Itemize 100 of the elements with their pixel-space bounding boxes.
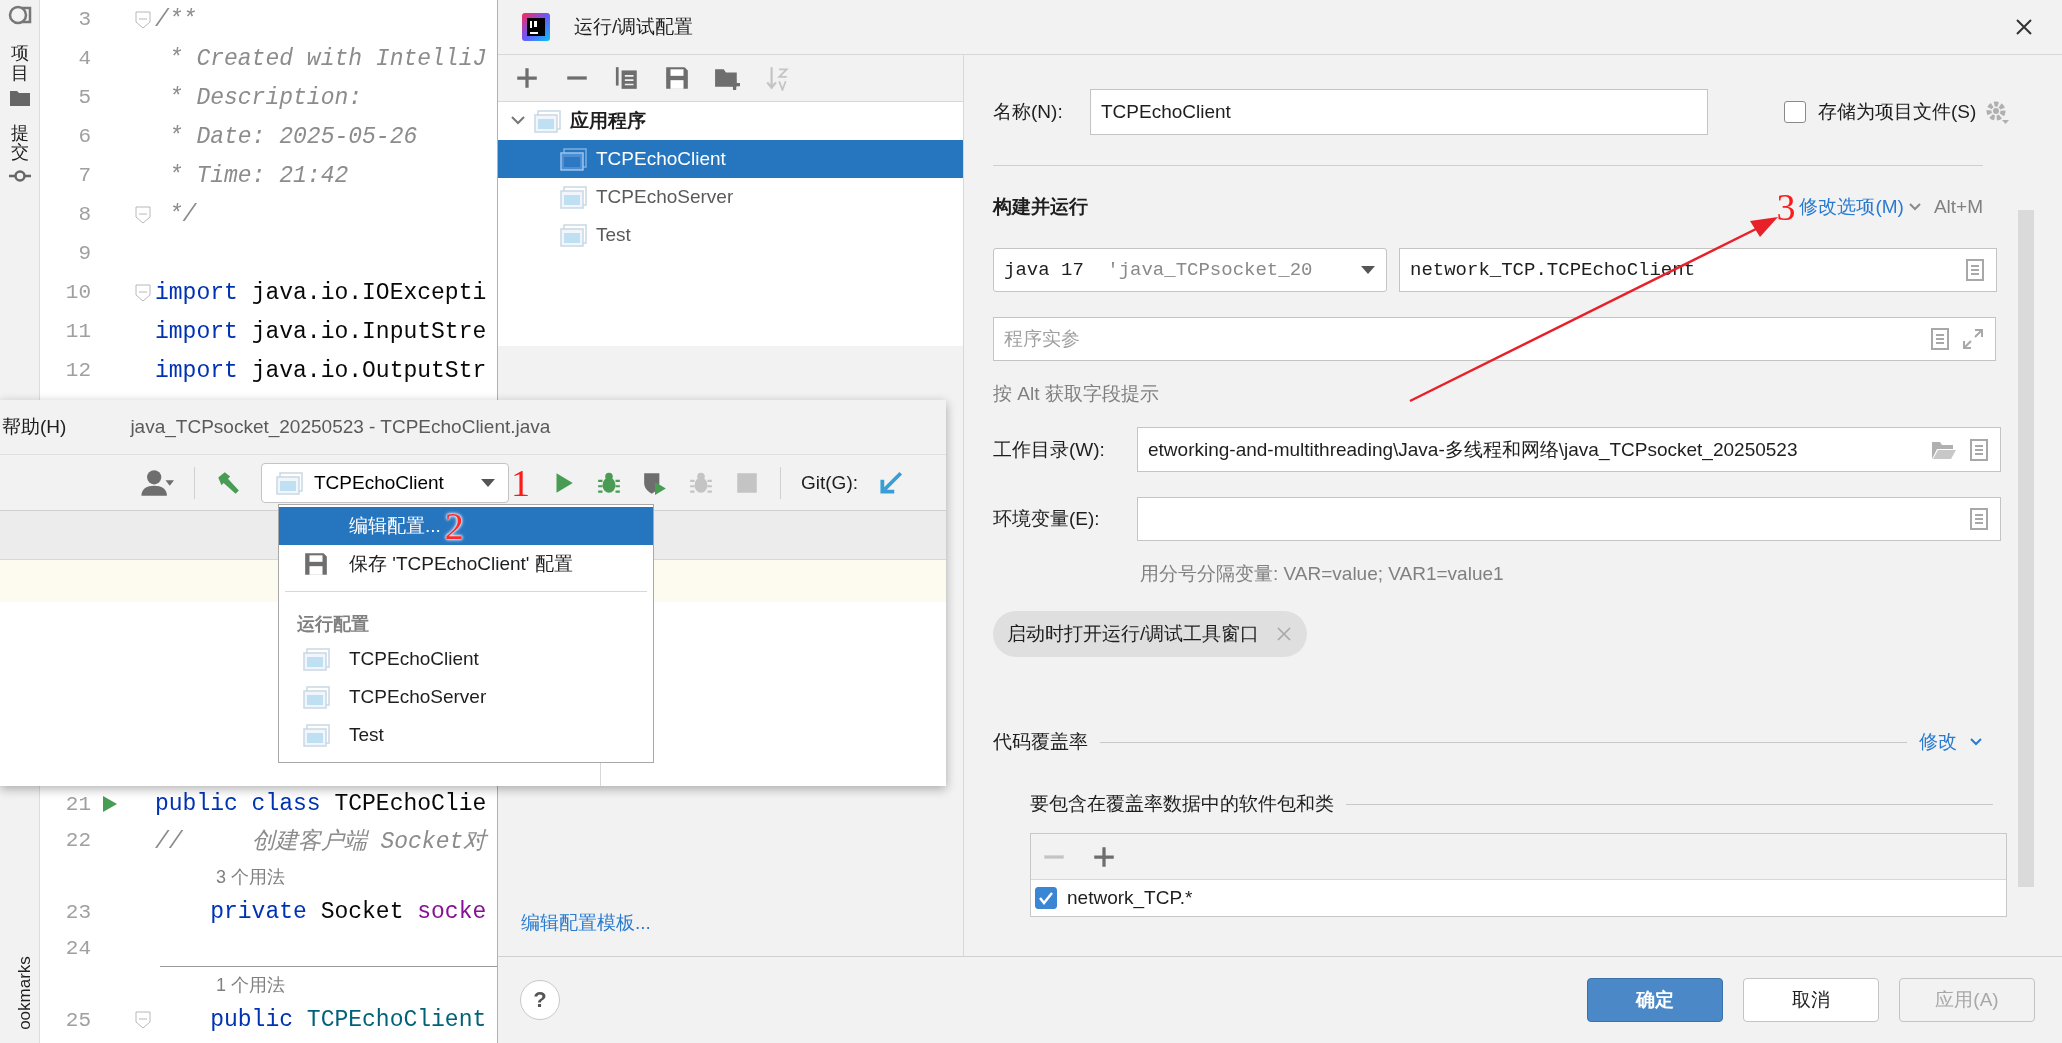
document-icon[interactable] [1969, 437, 1989, 462]
scrollbar[interactable] [2018, 210, 2034, 887]
document-icon[interactable] [1930, 327, 1950, 351]
app-logo-icon [522, 13, 550, 41]
run-gutter-icon[interactable] [101, 794, 119, 814]
name-field[interactable]: TCPEchoClient [1090, 89, 1708, 135]
window-icon [534, 109, 562, 133]
modify-link[interactable]: 修改 [1919, 729, 1957, 755]
plus-icon[interactable] [514, 65, 540, 91]
line-number: 9 [77, 242, 91, 265]
line-number: 10 [64, 281, 91, 304]
annotation-number: 3 [1776, 188, 1796, 226]
tree-item[interactable]: TCPEchoServer [498, 178, 963, 216]
line-number: 3 [77, 8, 91, 31]
dialog-button[interactable]: 取消 [1743, 978, 1879, 1022]
dialog-button[interactable]: 确定 [1587, 978, 1723, 1022]
window-icon [560, 223, 588, 247]
line-number: 7 [77, 164, 91, 187]
code-line: // 创建客户端 Socket对 [155, 827, 487, 856]
document-icon[interactable] [1969, 507, 1989, 531]
package-pattern: network_TCP.* [1067, 887, 1193, 909]
usage-hint[interactable]: 3 个用法 [160, 864, 285, 889]
line-number: 25 [64, 1008, 91, 1032]
help-button[interactable]: ? [520, 980, 560, 1020]
document-icon[interactable] [1965, 258, 1985, 282]
fold-icon[interactable] [135, 1011, 151, 1029]
menu-item[interactable]: TCPEchoServer [279, 678, 653, 716]
usage-hint[interactable]: 1 个用法 [160, 972, 285, 997]
code-line: */ [167, 201, 197, 228]
line-number: 11 [64, 320, 91, 343]
code-line: * Date: 2025-05-26 [167, 123, 418, 150]
line-number: 5 [77, 86, 91, 109]
option-chip[interactable]: 启动时打开运行/调试工具窗口 [993, 611, 1308, 657]
code-line: private Socket socke [209, 899, 487, 925]
hint-text: 按 Alt 获取字段提示 [993, 382, 1159, 406]
window-icon [303, 685, 331, 709]
menu-item[interactable]: TCPEchoClient [279, 640, 653, 678]
line-number: 4 [77, 47, 91, 70]
checkbox[interactable] [1035, 887, 1057, 909]
chevron-down-icon[interactable] [510, 115, 526, 127]
expand-icon[interactable] [1962, 328, 1984, 350]
floppy-icon[interactable] [664, 65, 690, 91]
program-arguments-field[interactable]: 程序实参 [993, 317, 1996, 361]
folder-icon[interactable] [1931, 439, 1957, 460]
tool-window-tab[interactable]: 提交 [10, 123, 29, 164]
window-icon [560, 185, 588, 209]
line-number: 21 [64, 792, 91, 816]
gear-icon[interactable] [1984, 99, 2011, 125]
line-number: 24 [64, 936, 91, 960]
tool-window-tab[interactable]: ookmarks [14, 956, 35, 1030]
edit-templates-link[interactable]: 编辑配置模板... [521, 910, 651, 936]
code-line: import java.io.IOExcepti [155, 279, 487, 306]
copy-icon[interactable] [614, 65, 640, 91]
window-title: java_TCPsocket_20250523 - TCPEchoClient.java [130, 416, 551, 438]
hint-text: 用分号分隔变量: VAR=value; VAR1=value1 [1140, 562, 1504, 586]
line-number: 8 [77, 203, 91, 226]
window-icon [303, 723, 331, 747]
tree-group[interactable]: 应用程序 [570, 108, 646, 134]
code-line: * Description: [167, 84, 363, 111]
code-line: * Created with IntelliJ [167, 45, 487, 72]
checkbox-label[interactable]: 存储为项目文件(S) [1818, 99, 1977, 125]
line-number: 23 [64, 900, 91, 924]
chevron-down-icon[interactable] [1969, 737, 1983, 747]
help-menu[interactable]: 帮助(H) [2, 414, 67, 440]
code-line: public class TCPEchoClie [155, 791, 487, 817]
tree-item[interactable]: Test [498, 216, 963, 254]
menu-item[interactable]: 保存 'TCPEchoClient' 配置 [279, 545, 653, 583]
fold-icon[interactable] [135, 205, 151, 224]
annotation-number: 2 [444, 507, 464, 545]
dialog-title: 运行/调试配置 [574, 15, 694, 39]
git-label: Git(G): [801, 471, 858, 494]
run-config-dropdown[interactable]: TCPEchoClient [261, 462, 509, 503]
close-icon[interactable] [2015, 18, 2033, 36]
checkbox[interactable] [1784, 101, 1806, 123]
annotation-number: 1 [511, 463, 530, 502]
arrow-icon[interactable] [878, 469, 904, 496]
line-number: 12 [64, 359, 91, 382]
code-line: import java.io.OutputStr [155, 357, 487, 384]
working-directory-field[interactable]: etworking-and-multithreading\Java-多线程和网络\java_TCPsocket_20250523 [1137, 427, 2001, 472]
tool-window-tab[interactable]: 项目 [10, 44, 29, 84]
code-line: * Time: 21:42 [167, 162, 349, 189]
tree-item[interactable]: TCPEchoClient [498, 140, 963, 178]
plugin-icon[interactable] [7, 4, 32, 26]
field-label: 环境变量(E): [993, 507, 1101, 531]
window-icon [276, 470, 304, 495]
jre-dropdown[interactable]: java 17 'java_TCPsocket_20 [993, 248, 1387, 292]
code-line: import java.io.InputStre [155, 318, 487, 345]
modify-options-link[interactable]: 修改选项(M) [1799, 194, 1904, 220]
fold-icon[interactable] [135, 283, 151, 302]
fold-icon[interactable] [135, 10, 151, 29]
field-label: 名称(N): [993, 100, 1064, 124]
menu-item[interactable]: Test [279, 716, 653, 754]
folder-icon [9, 89, 30, 106]
section-title: 代码覆盖率 [993, 730, 1088, 754]
code-line: public TCPEchoClient [209, 1007, 487, 1033]
chevron-down-icon[interactable] [1907, 202, 1922, 212]
section-subtitle: 要包含在覆盖率数据中的软件包和类 [1030, 792, 1334, 816]
floppy-icon[interactable] [303, 551, 329, 577]
environment-variables-field[interactable] [1137, 497, 2001, 541]
line-number: 6 [77, 125, 91, 148]
